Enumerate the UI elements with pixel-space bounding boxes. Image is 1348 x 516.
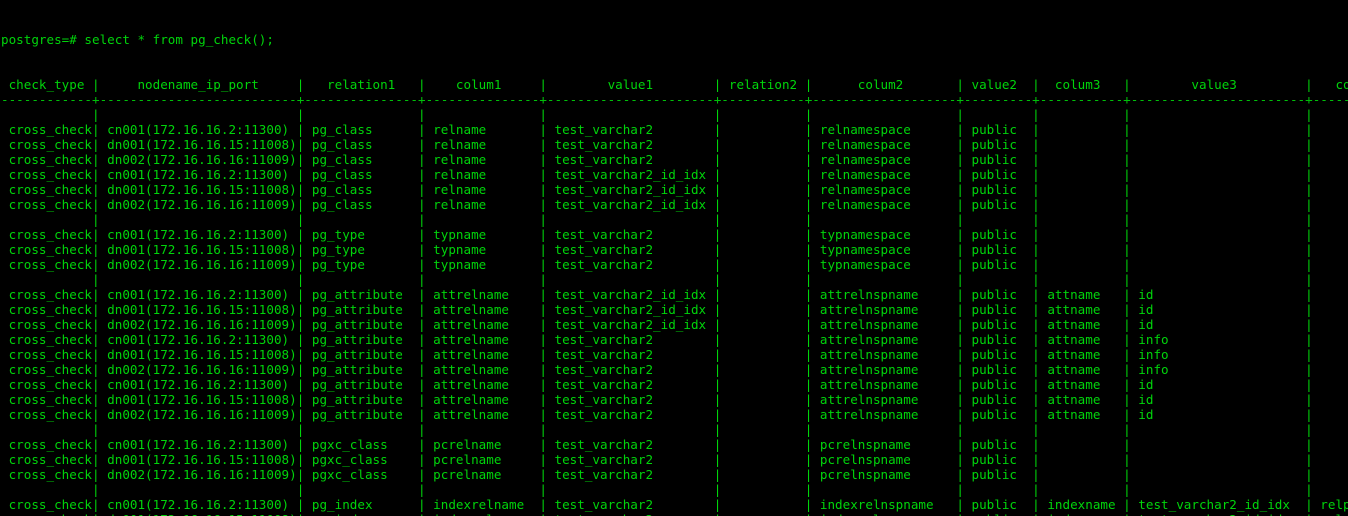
table-row: cross_check| dn002(172.16.16.16:11009)| …: [8, 317, 1313, 332]
table-row: cross_check| cn001(172.16.16.2:11300) | …: [8, 497, 1348, 512]
table-row: cross_check| cn001(172.16.16.2:11300) | …: [8, 377, 1313, 392]
table-row: cross_check| cn001(172.16.16.2:11300) | …: [8, 287, 1313, 302]
table-row: cross_check| dn001(172.16.16.15:11008)| …: [8, 347, 1313, 362]
table-row: cross_check| dn001(172.16.16.15:11008)| …: [8, 242, 1313, 257]
table-row: cross_check| cn001(172.16.16.2:11300) | …: [8, 122, 1313, 137]
table-row: cross_check| dn001(172.16.16.15:11008)| …: [8, 302, 1313, 317]
shell-prompt-line: postgres=# select * from pg_check();: [1, 32, 274, 47]
table-row: cross_check| cn001(172.16.16.2:11300) | …: [8, 437, 1313, 452]
table-header-rule: ------------+--------------------------+…: [1, 92, 1348, 107]
terminal-output[interactable]: postgres=# select * from pg_check(); che…: [0, 0, 1348, 516]
table-row: cross_check| dn001(172.16.16.15:11008)| …: [8, 182, 1313, 197]
table-row: cross_check| dn001(172.16.16.15:11008)| …: [8, 137, 1313, 152]
table-row: cross_check| cn001(172.16.16.2:11300) | …: [8, 227, 1313, 242]
table-row: cross_check| dn001(172.16.16.15:11008)| …: [8, 452, 1313, 467]
table-row: cross_check| cn001(172.16.16.2:11300) | …: [8, 332, 1313, 347]
table-row: cross_check| dn002(172.16.16.16:11009)| …: [8, 467, 1313, 482]
table-row: cross_check| dn002(172.16.16.16:11009)| …: [8, 152, 1313, 167]
table-header-row: check_type | nodename_ip_port | relation…: [8, 77, 1348, 92]
table-row: cross_check| dn002(172.16.16.16:11009)| …: [8, 362, 1313, 377]
table-row: cross_check| dn001(172.16.16.15:11008)| …: [1, 512, 1348, 516]
table-row: cross_check| dn002(172.16.16.16:11009)| …: [8, 407, 1313, 422]
table-row: cross_check| dn002(172.16.16.16:11009)| …: [8, 197, 1313, 212]
table-row: cross_check| dn002(172.16.16.16:11009)| …: [8, 257, 1313, 272]
table-spacer-row: | | | | | | | | | | | |: [91, 272, 1313, 287]
table-spacer-row: | | | | | | | | | | | |: [91, 212, 1313, 227]
query-result-table: check_type | nodename_ip_port | relation…: [1, 77, 1348, 516]
table-row: cross_check| cn001(172.16.16.2:11300) | …: [8, 167, 1313, 182]
table-spacer-row: | | | | | | | | | | | |: [91, 482, 1313, 497]
table-spacer-row: | | | | | | | | | | | |: [91, 422, 1313, 437]
table-spacer-row: | | | | | | | | | | | |: [91, 107, 1313, 122]
table-row: cross_check| dn001(172.16.16.15:11008)| …: [8, 392, 1313, 407]
